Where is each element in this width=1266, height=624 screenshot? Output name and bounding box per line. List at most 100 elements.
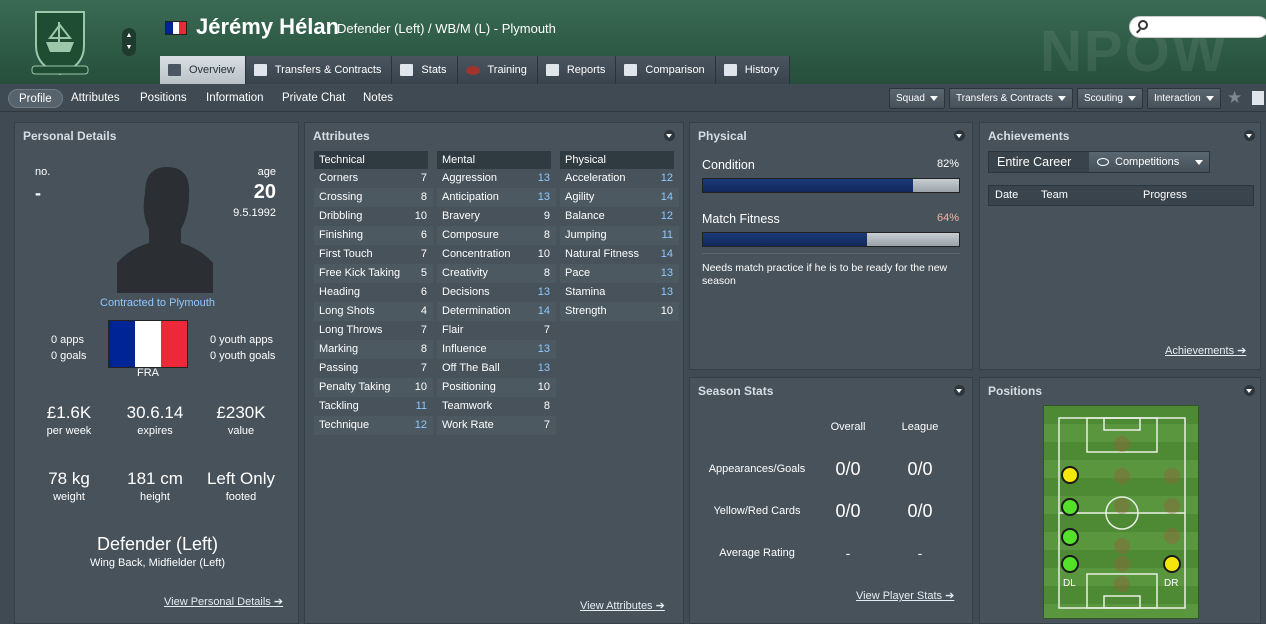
attribute-name: Anticipation — [442, 191, 499, 203]
menu-icon[interactable] — [1252, 91, 1264, 105]
attribute-value: 13 — [537, 172, 550, 184]
attribute-row[interactable]: First Touch 7 — [314, 245, 433, 264]
attribute-row[interactable]: Positioning 10 — [437, 378, 556, 397]
attribute-row[interactable]: Agility 14 — [560, 188, 679, 207]
position-marker[interactable] — [1114, 498, 1130, 514]
panel-options-icon[interactable] — [954, 385, 965, 396]
position-marker[interactable] — [1114, 468, 1130, 484]
subnav-attributes[interactable]: Attributes — [61, 89, 130, 108]
competitions-dropdown[interactable]: Competitions — [1089, 152, 1209, 172]
attribute-value: 8 — [543, 400, 550, 412]
subnav-private-chat[interactable]: Private Chat — [272, 89, 355, 108]
preferred-foot-value: Left Only — [206, 469, 276, 488]
attribute-row[interactable]: Technique 12 — [314, 416, 433, 435]
attribute-row[interactable]: Off The Ball 13 — [437, 359, 556, 378]
attribute-value: 12 — [660, 172, 673, 184]
attribute-row[interactable]: Natural Fitness 14 — [560, 245, 679, 264]
view-player-stats-link[interactable]: View Player Stats ➔ — [856, 589, 954, 602]
attribute-row[interactable]: Flair 7 — [437, 321, 556, 340]
attribute-row[interactable]: Heading 6 — [314, 283, 433, 302]
attribute-row[interactable]: Anticipation 13 — [437, 188, 556, 207]
attribute-row[interactable]: Determination 14 — [437, 302, 556, 321]
position-marker[interactable] — [1164, 468, 1180, 484]
chevron-down-icon[interactable]: ▼ — [126, 42, 133, 54]
contract-status[interactable]: Contracted to Plymouth — [15, 297, 300, 309]
subnav-profile[interactable]: Profile — [8, 89, 63, 108]
attribute-row[interactable]: Work Rate 7 — [437, 416, 556, 435]
attribute-row[interactable]: Passing 7 — [314, 359, 433, 378]
position-marker[interactable] — [1114, 556, 1130, 572]
interaction-dropdown[interactable]: Interaction — [1147, 88, 1221, 109]
subnav-notes[interactable]: Notes — [353, 89, 403, 108]
transfers-contracts-dropdown[interactable]: Transfers & Contracts — [949, 88, 1073, 109]
tab-training[interactable]: Training — [457, 56, 538, 84]
attribute-value: 13 — [660, 267, 673, 279]
star-icon[interactable]: ★ — [1227, 88, 1242, 108]
attribute-value: 10 — [537, 248, 550, 260]
chevron-up-icon[interactable]: ▲ — [126, 30, 133, 42]
position-marker[interactable] — [1164, 528, 1180, 544]
panel-options-icon[interactable] — [1244, 385, 1255, 396]
scouting-dropdown[interactable]: Scouting — [1077, 88, 1143, 109]
tab-history[interactable]: History — [715, 56, 790, 84]
position-marker[interactable] — [1114, 538, 1130, 554]
entire-career-button[interactable]: Entire Career — [989, 152, 1089, 172]
position-dl-marker[interactable] — [1061, 555, 1079, 573]
position-marker[interactable] — [1114, 576, 1130, 592]
attribute-row[interactable]: Bravery 9 — [437, 207, 556, 226]
position-ml-marker[interactable] — [1061, 498, 1079, 516]
position-aml-marker[interactable] — [1061, 466, 1079, 484]
attribute-row[interactable]: Jumping 11 — [560, 226, 679, 245]
attribute-row[interactable]: Teamwork 8 — [437, 397, 556, 416]
attribute-row[interactable]: Decisions 13 — [437, 283, 556, 302]
dropdown-label: Squad — [896, 93, 925, 104]
attribute-row[interactable]: Marking 8 — [314, 340, 433, 359]
attribute-row[interactable]: Corners 7 — [314, 169, 433, 188]
view-attributes-link[interactable]: View Attributes ➔ — [580, 599, 665, 612]
position-marker[interactable] — [1164, 498, 1180, 514]
subnav-positions[interactable]: Positions — [130, 89, 197, 108]
attribute-row[interactable]: Stamina 13 — [560, 283, 679, 302]
search-input[interactable] — [1129, 16, 1266, 38]
squad-dropdown[interactable]: Squad — [889, 88, 945, 109]
tab-comparison[interactable]: Comparison — [616, 56, 716, 84]
attribute-row[interactable]: Concentration 10 — [437, 245, 556, 264]
nationality-flag-icon[interactable] — [108, 320, 188, 368]
player-navigation-arrows[interactable]: ▲ ▼ — [122, 28, 136, 56]
view-personal-details-link[interactable]: View Personal Details ➔ — [164, 595, 283, 608]
tab-transfers-contracts[interactable]: Transfers & Contracts — [245, 56, 393, 84]
position-marker[interactable] — [1114, 436, 1130, 452]
attribute-row[interactable]: Acceleration 12 — [560, 169, 679, 188]
position-dr-marker[interactable] — [1163, 555, 1181, 573]
age-value: 20 — [253, 181, 276, 203]
tab-overview[interactable]: Overview — [160, 56, 246, 84]
column-header[interactable]: Date — [995, 189, 1018, 201]
panel-options-icon[interactable] — [1244, 130, 1255, 141]
attribute-row[interactable]: Long Throws 7 — [314, 321, 433, 340]
attribute-row[interactable]: Composure 8 — [437, 226, 556, 245]
attribute-row[interactable]: Free Kick Taking 5 — [314, 264, 433, 283]
attribute-row[interactable]: Aggression 13 — [437, 169, 556, 188]
club-crest-icon[interactable] — [30, 6, 90, 76]
attribute-row[interactable]: Balance 12 — [560, 207, 679, 226]
attribute-row[interactable]: Finishing 6 — [314, 226, 433, 245]
attribute-row[interactable]: Tackling 11 — [314, 397, 433, 416]
tab-stats[interactable]: Stats — [392, 56, 458, 84]
position-wbl-marker[interactable] — [1061, 528, 1079, 546]
attribute-row[interactable]: Strength 10 — [560, 302, 679, 321]
attribute-row[interactable]: Penalty Taking 10 — [314, 378, 433, 397]
panel-options-icon[interactable] — [954, 130, 965, 141]
attribute-row[interactable]: Long Shots 4 — [314, 302, 433, 321]
subnav-information[interactable]: Information — [196, 89, 274, 108]
attribute-row[interactable]: Crossing 8 — [314, 188, 433, 207]
contract-expiry-value: 30.6.14 — [126, 403, 184, 422]
column-header[interactable]: Progress — [1143, 189, 1187, 201]
attribute-row[interactable]: Creativity 8 — [437, 264, 556, 283]
column-header[interactable]: Team — [1041, 189, 1068, 201]
view-achievements-link[interactable]: Achievements ➔ — [1165, 344, 1246, 357]
tab-reports[interactable]: Reports — [537, 56, 617, 84]
panel-options-icon[interactable] — [664, 130, 675, 141]
attribute-row[interactable]: Influence 13 — [437, 340, 556, 359]
attribute-row[interactable]: Pace 13 — [560, 264, 679, 283]
attribute-row[interactable]: Dribbling 10 — [314, 207, 433, 226]
